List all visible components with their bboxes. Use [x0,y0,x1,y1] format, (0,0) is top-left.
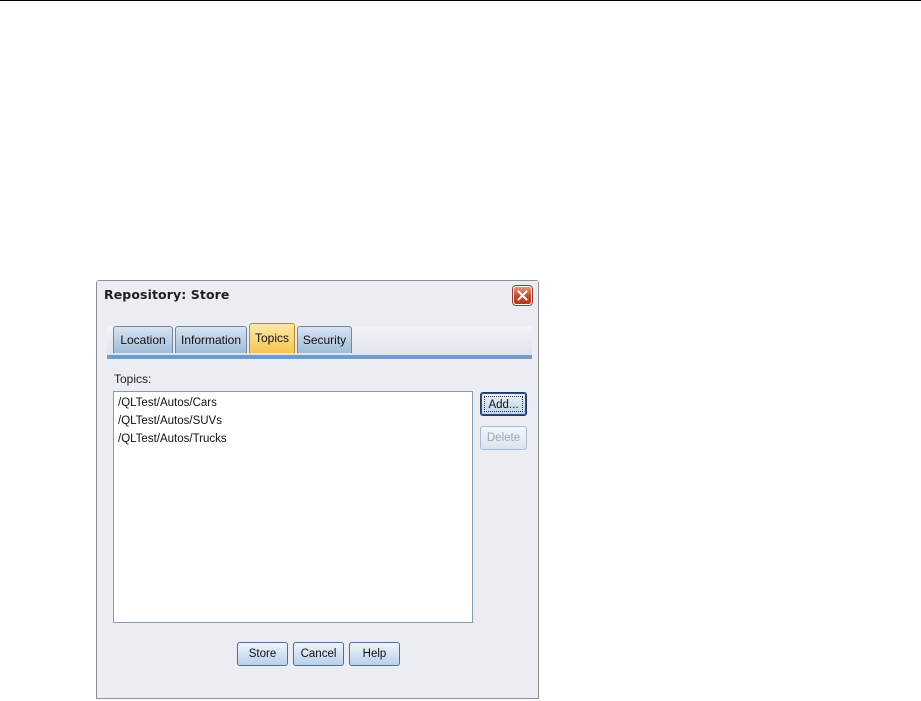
add-button[interactable]: Add... [480,392,527,416]
top-divider [0,0,921,1]
help-button[interactable]: Help [349,642,400,666]
store-button[interactable]: Store [237,642,288,666]
help-button-label: Help [362,648,387,660]
add-button-label: Add... [484,396,523,412]
cancel-button[interactable]: Cancel [293,642,344,666]
tab-strip: Location Information Topics Security [107,323,532,356]
title-bar[interactable]: Repository: Store [97,281,538,309]
tab-information[interactable]: Information [175,326,247,353]
delete-button-label: Delete [486,432,521,444]
close-button[interactable] [513,286,532,305]
close-x-icon [517,290,528,301]
tab-security[interactable]: Security [297,326,352,353]
tab-security-label: Security [302,333,347,347]
dialog-title: Repository: Store [104,287,230,302]
tab-information-label: Information [180,333,242,347]
topics-listbox[interactable]: /QLTest/Autos/Cars /QLTest/Autos/SUVs /Q… [113,391,473,623]
list-item[interactable]: /QLTest/Autos/Trucks [118,430,227,448]
page: Repository: Store Location Information T… [0,0,921,701]
tab-topics[interactable]: Topics [249,323,295,353]
list-item[interactable]: /QLTest/Autos/SUVs [118,412,222,430]
store-button-label: Store [248,648,277,660]
list-item[interactable]: /QLTest/Autos/Cars [118,394,217,412]
tab-location-label: Location [120,333,166,347]
topics-panel: Topics: /QLTest/Autos/Cars /QLTest/Autos… [107,359,532,689]
tab-topics-label: Topics [254,331,289,345]
repository-store-dialog: Repository: Store Location Information T… [96,280,539,699]
tab-location[interactable]: Location [113,326,173,353]
topics-field-label: Topics: [114,372,152,386]
delete-button[interactable]: Delete [480,426,527,450]
cancel-button-label: Cancel [300,648,337,660]
